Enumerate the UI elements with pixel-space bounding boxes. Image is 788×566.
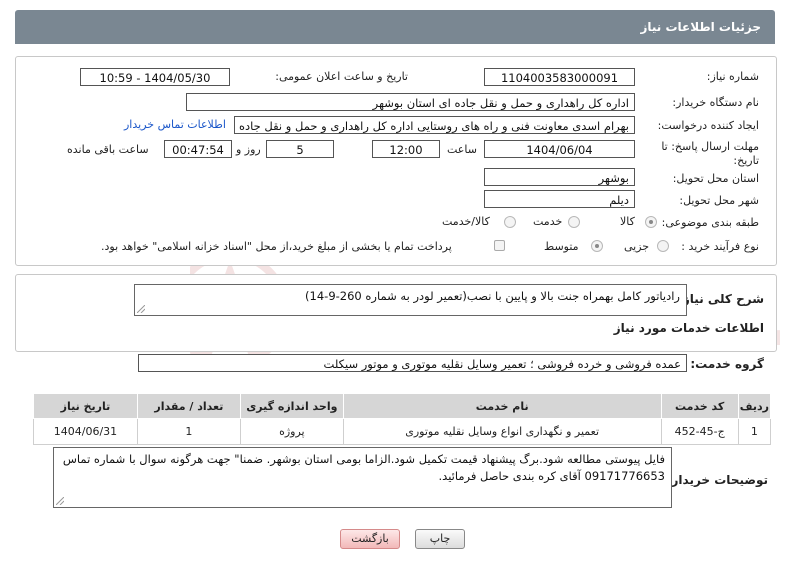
treasury-payment-checkbox[interactable] [494,240,505,251]
days-remaining-field[interactable]: 5 [266,140,334,158]
services-section-title: اطلاعات خدمات مورد نیاز [613,321,764,335]
print-button[interactable]: چاپ [415,529,465,549]
resize-grip-icon[interactable] [56,497,64,505]
description-text: رادیاتور کامل بهمراه جنت بالا و پایین با… [305,289,680,303]
resize-grip-icon[interactable] [137,305,145,313]
description-label: شرح کلی نیاز: [678,292,764,306]
buyer-org-field[interactable]: اداره کل راهداری و حمل و نقل جاده ای است… [186,93,635,111]
col-header-service-code: کد خدمت [660,393,739,419]
category-option-goods: کالا [620,215,635,228]
col-header-unit: واحد اندازه گیری [239,393,344,419]
cell-unit: پروژه [239,418,344,445]
process-option-minor: جزیی [624,240,650,253]
need-number-field[interactable]: 1104003583000091 [484,68,635,86]
process-option-medium: متوسط [544,240,579,253]
category-option-service: خدمت [533,215,563,228]
deadline-label: مهلت ارسال پاسخ: تا [661,140,759,153]
service-group-label: گروه خدمت: [690,357,764,371]
requester-field[interactable]: بهرام اسدی معاونت فنی و راه های روستایی … [234,116,635,134]
announce-date-field[interactable]: 1404/05/30 - 10:59 [80,68,230,86]
deadline-time-field[interactable]: 12:00 [372,140,440,158]
deadline-date-label: تاریخ: [733,154,759,167]
cell-service-name: تعمیر و نگهداری انواع وسایل نقلیه موتوری [342,418,662,445]
cell-quantity: 1 [136,418,241,445]
col-header-quantity: تعداد / مقدار [136,393,241,419]
buyer-notes-label: توضیحات خریدار: [666,473,768,487]
province-field[interactable]: بوشهر [484,168,635,186]
buyer-contact-link[interactable]: اطلاعات تماس خریدار [124,118,226,131]
cell-service-code: ج-45-452 [660,418,739,445]
col-header-need-date: تاریخ نیاز [33,393,138,419]
announce-date-label: تاریخ و ساعت اعلان عمومی: [275,70,408,83]
buyer-notes-textarea[interactable]: فایل پیوستی مطالعه شود.برگ پیشنهاد قیمت … [53,447,672,508]
category-label: طبقه بندی موضوعی: [661,216,759,229]
process-label: نوع فرآیند خرید : [681,240,759,253]
process-radio-minor[interactable] [657,240,669,252]
col-header-service-name: نام خدمت [342,393,662,419]
category-radio-goods[interactable] [645,216,657,228]
service-group-field[interactable]: عمده فروشی و خرده فروشی ؛ تعمیر وسایل نق… [138,354,687,372]
process-radio-medium[interactable] [591,240,603,252]
info-panel [15,56,777,266]
back-button[interactable]: بازگشت [340,529,400,549]
page-header: جزئیات اطلاعات نیاز [15,10,775,44]
services-table: ردیف کد خدمت نام خدمت واحد اندازه گیری ت… [33,393,772,445]
table-row: 1 ج-45-452 تعمیر و نگهداری انواع وسایل ن… [33,418,772,445]
need-number-label: شماره نیاز: [706,70,759,83]
buyer-notes-text: فایل پیوستی مطالعه شود.برگ پیشنهاد قیمت … [62,452,665,483]
city-field[interactable]: دیلم [484,190,635,208]
description-textarea[interactable]: رادیاتور کامل بهمراه جنت بالا و پایین با… [134,284,687,316]
treasury-payment-note: پرداخت تمام یا بخشی از مبلغ خرید،از محل … [101,240,452,253]
city-label: شهر محل تحویل: [679,194,759,207]
category-radio-goods-service[interactable] [504,216,516,228]
deadline-date-field[interactable]: 1404/06/04 [484,140,635,158]
category-option-goods-service: کالا/خدمت [442,215,490,228]
buyer-org-label: نام دستگاه خریدار: [672,96,759,109]
remaining-time-field[interactable]: 00:47:54 [164,140,232,158]
cell-need-date: 1404/06/31 [33,418,138,445]
col-header-row-no: ردیف [737,393,772,419]
page-title: جزئیات اطلاعات نیاز [640,20,761,34]
deadline-time-label: ساعت [447,143,477,156]
remaining-time-label: ساعت باقی مانده [67,143,149,156]
days-label: روز و [236,143,261,156]
cell-row-no: 1 [737,418,772,445]
requester-label: ایجاد کننده درخواست: [657,119,759,132]
province-label: استان محل تحویل: [672,172,759,185]
category-radio-service[interactable] [568,216,580,228]
table-header-row: ردیف کد خدمت نام خدمت واحد اندازه گیری ت… [33,393,772,419]
